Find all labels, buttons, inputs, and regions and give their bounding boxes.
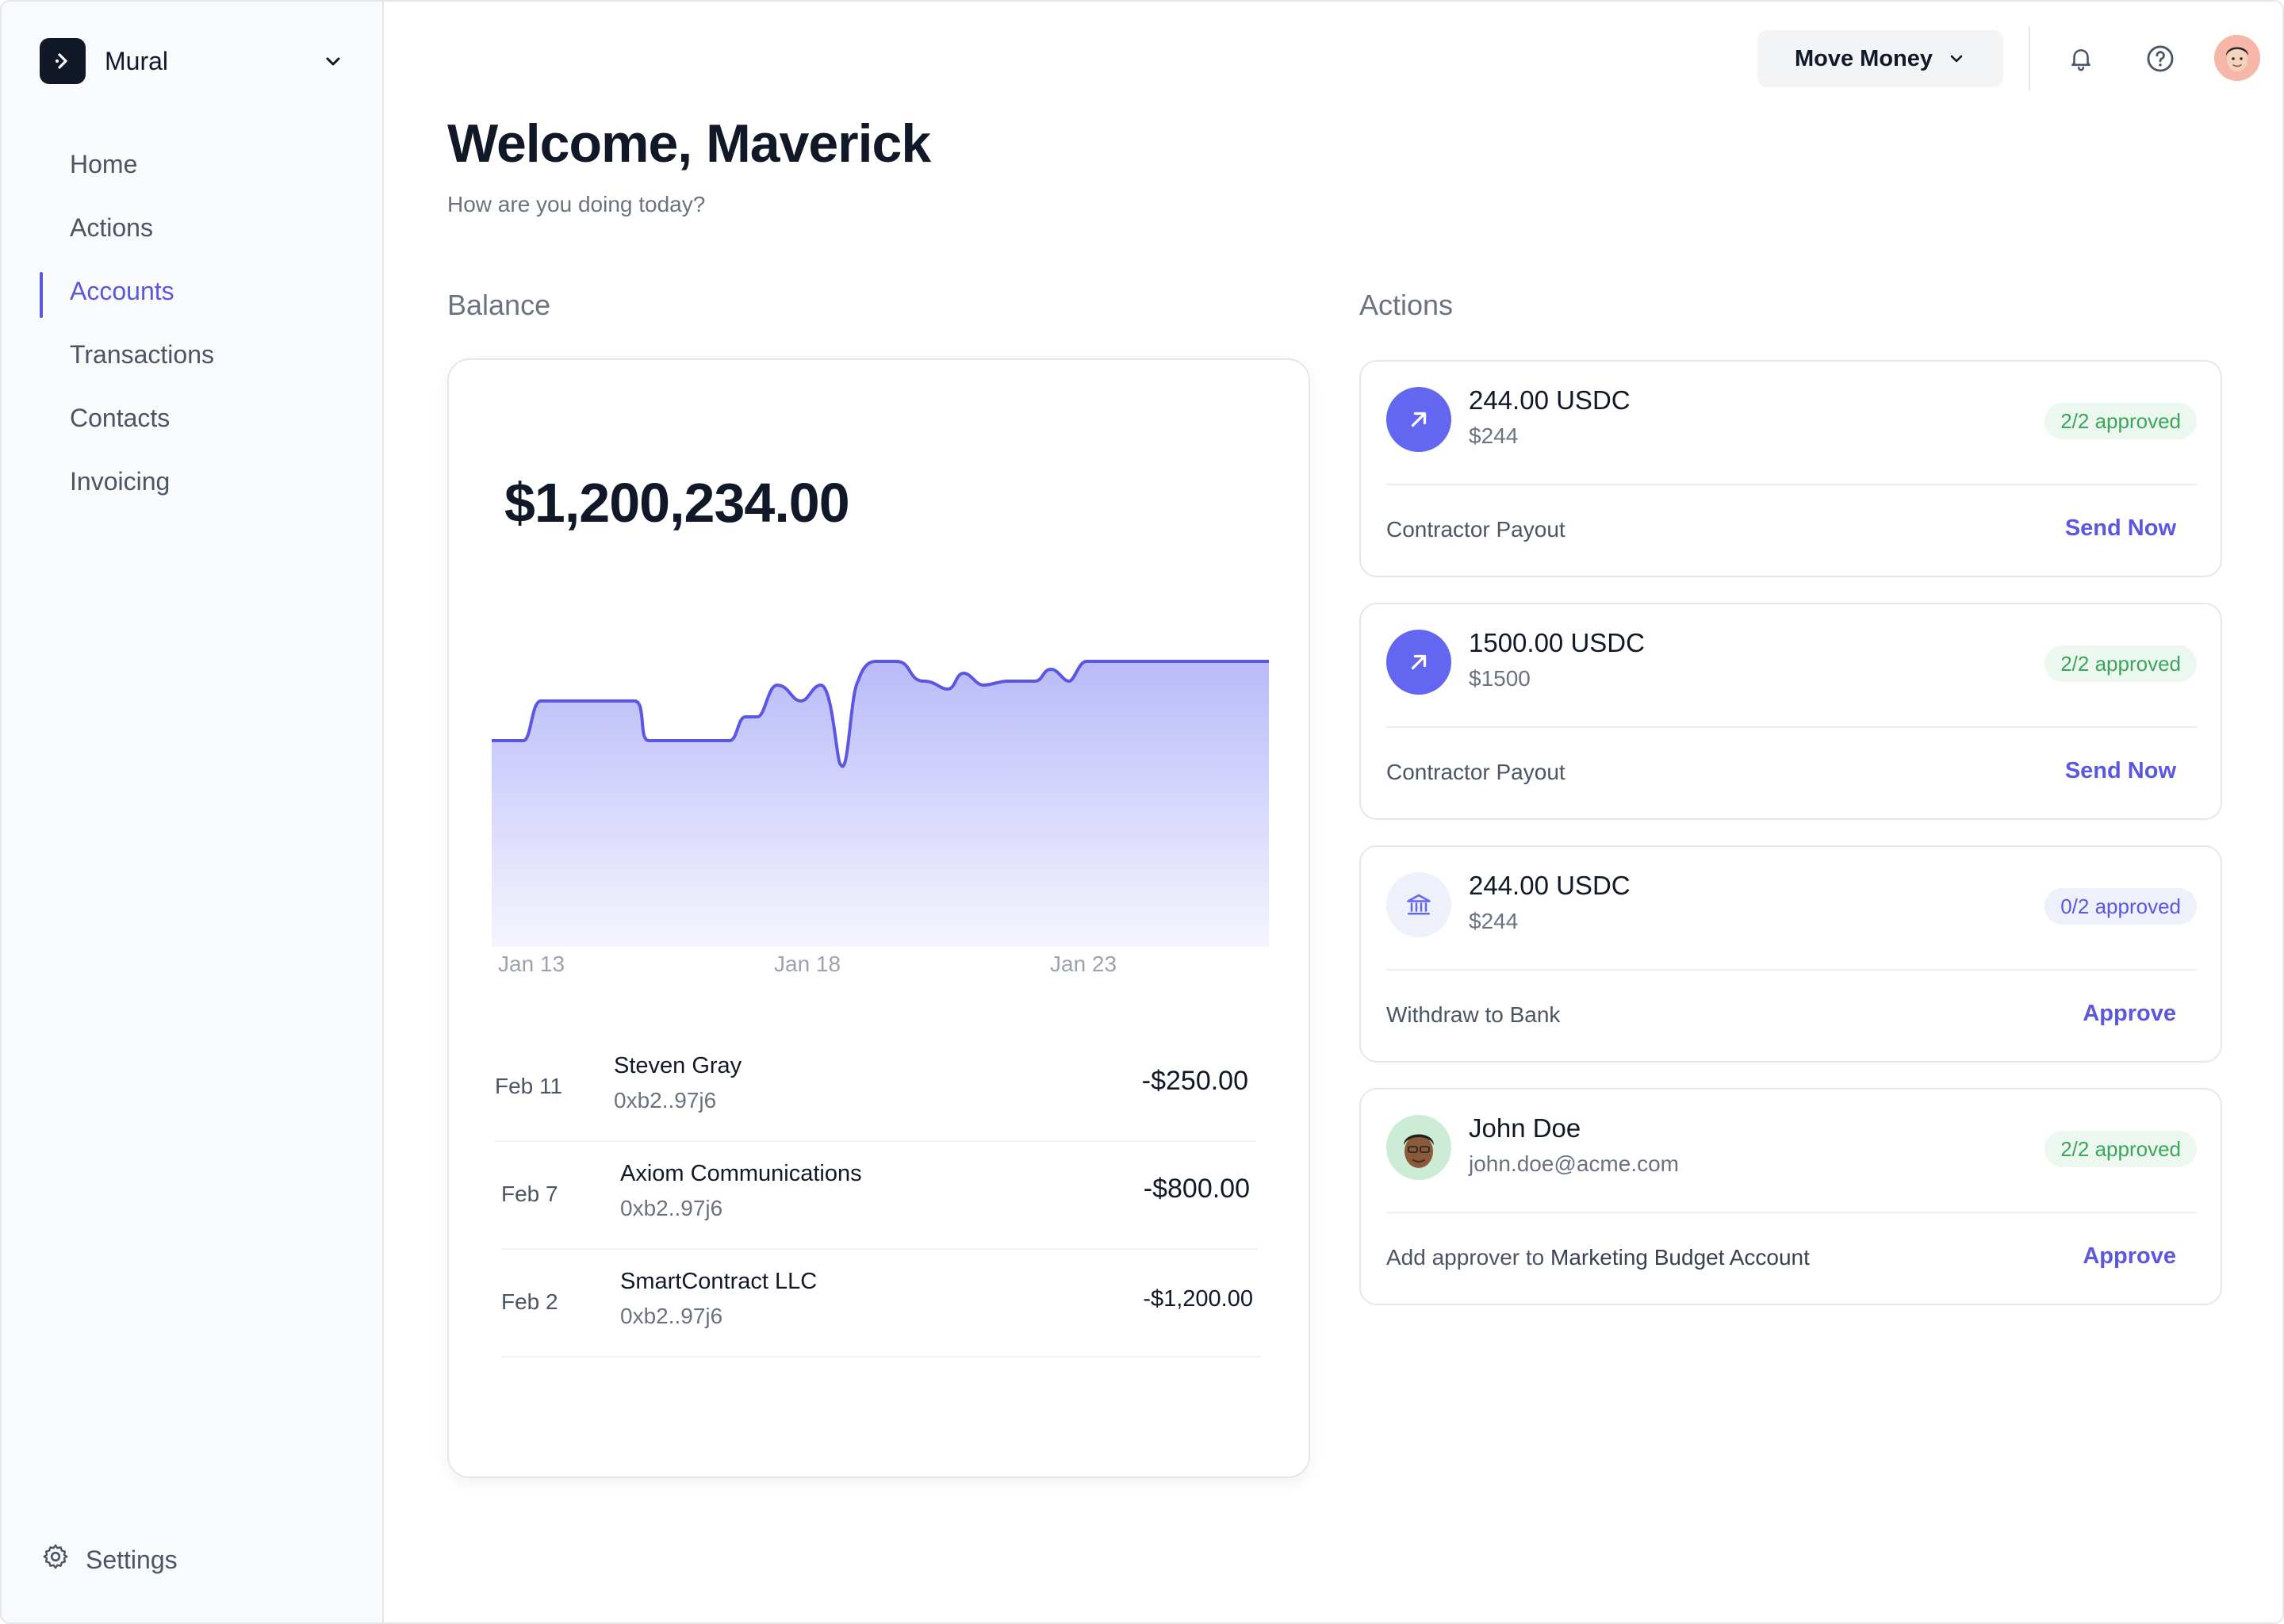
transaction-row[interactable]: Feb 11 Steven Gray 0xb2..97j6 -$250.00	[495, 1034, 1256, 1142]
action-description: Add approver to Marketing Budget Account	[1386, 1245, 1810, 1270]
card-divider	[1386, 484, 2197, 485]
action-description: Contractor Payout	[1386, 760, 1565, 784]
transaction-row[interactable]: Feb 7 Axiom Communications 0xb2..97j6 -$…	[501, 1142, 1258, 1250]
card-divider	[1386, 1212, 2197, 1213]
action-amount: 1500.00 USDC	[1469, 628, 1645, 657]
sidebar-nav: Home Actions Accounts Transactions Conta…	[40, 132, 357, 513]
transaction-address: 0xb2..97j6	[620, 1196, 723, 1220]
contact-name: John Doe	[1469, 1113, 1581, 1143]
transaction-amount: -$1,200.00	[1143, 1286, 1253, 1312]
brand-logo-icon	[40, 38, 86, 84]
card-divider	[1386, 969, 2197, 971]
sidebar-item-transactions[interactable]: Transactions	[40, 323, 357, 386]
sidebar-item-invoicing[interactable]: Invoicing	[40, 450, 357, 513]
transaction-date: Feb 7	[501, 1182, 558, 1206]
balance-amount: $1,200,234.00	[504, 472, 850, 534]
contact-email: john.doe@acme.com	[1469, 1151, 1680, 1176]
approve-button[interactable]: Approve	[2083, 1001, 2176, 1027]
approval-badge: 2/2 approved	[2044, 1131, 2197, 1167]
send-now-button[interactable]: Send Now	[2065, 758, 2176, 784]
help-icon[interactable]	[2138, 36, 2182, 81]
transaction-address: 0xb2..97j6	[614, 1088, 717, 1113]
action-description-text: Add approver to	[1386, 1245, 1551, 1270]
move-money-label: Move Money	[1794, 45, 1933, 71]
settings-label: Settings	[86, 1545, 178, 1574]
sidebar-item-accounts[interactable]: Accounts	[40, 259, 357, 323]
transaction-date: Feb 11	[495, 1074, 563, 1098]
action-amount: 244.00 USDC	[1469, 385, 1631, 415]
sidebar-item-home[interactable]: Home	[40, 132, 357, 196]
transaction-amount: -$250.00	[1141, 1066, 1248, 1096]
action-card: 244.00 USDC $244 0/2 approved Withdraw t…	[1359, 845, 2222, 1063]
approval-badge: 0/2 approved	[2044, 888, 2197, 925]
arrow-up-right-icon	[1386, 630, 1451, 695]
x-tick-label: Jan 23	[1050, 952, 1117, 976]
page-title: Welcome, Maverick	[447, 113, 931, 174]
action-card: 244.00 USDC $244 2/2 approved Contractor…	[1359, 360, 2222, 577]
transaction-name: SmartContract LLC	[620, 1269, 818, 1294]
chevron-down-icon	[1950, 55, 1963, 63]
transaction-date: Feb 2	[501, 1289, 558, 1314]
sidebar-item-contacts[interactable]: Contacts	[40, 386, 357, 450]
action-fiat-amount: $1500	[1469, 666, 1531, 691]
approval-badge: 2/2 approved	[2044, 403, 2197, 439]
page-subtitle: How are you doing today?	[447, 192, 706, 216]
gear-icon	[41, 1542, 70, 1577]
actions-section-title: Actions	[1359, 289, 1454, 321]
contact-avatar	[1386, 1115, 1451, 1180]
chevron-down-icon[interactable]	[317, 45, 349, 77]
action-description: Contractor Payout	[1386, 517, 1565, 542]
chart-area	[492, 661, 1269, 947]
action-description: Withdraw to Bank	[1386, 1002, 1561, 1027]
card-divider	[1386, 726, 2197, 728]
sidebar-item-actions[interactable]: Actions	[40, 196, 357, 259]
x-tick-label: Jan 13	[498, 952, 565, 976]
action-amount: 244.00 USDC	[1469, 871, 1631, 900]
move-money-button[interactable]: Move Money	[1757, 30, 2003, 87]
topbar-divider	[2029, 27, 2030, 90]
balance-chart	[492, 660, 1269, 947]
transaction-amount: -$800.00	[1143, 1174, 1250, 1204]
bell-icon[interactable]	[2059, 36, 2103, 81]
balance-section-title: Balance	[447, 289, 551, 321]
x-tick-label: Jan 18	[774, 952, 841, 976]
action-card: John Doe john.doe@acme.com 2/2 approved …	[1359, 1088, 2222, 1305]
transaction-address: 0xb2..97j6	[620, 1304, 723, 1328]
transaction-name: Axiom Communications	[620, 1161, 862, 1186]
arrow-up-right-icon	[1386, 387, 1451, 452]
bank-icon	[1386, 872, 1451, 937]
approve-button[interactable]: Approve	[2083, 1243, 2176, 1270]
app-window: Mural Home Actions Accounts Transactions…	[0, 0, 2284, 1624]
action-fiat-amount: $244	[1469, 423, 1519, 448]
user-avatar[interactable]	[2214, 35, 2260, 81]
account-name: Marketing Budget Account	[1550, 1245, 1810, 1270]
action-card: 1500.00 USDC $1500 2/2 approved Contract…	[1359, 603, 2222, 820]
approval-badge: 2/2 approved	[2044, 645, 2197, 682]
transaction-row[interactable]: Feb 2 SmartContract LLC 0xb2..97j6 -$1,2…	[501, 1250, 1261, 1358]
brand-name: Mural	[105, 46, 169, 75]
action-fiat-amount: $244	[1469, 909, 1519, 933]
transaction-name: Steven Gray	[614, 1053, 742, 1078]
sidebar: Mural Home Actions Accounts Transactions…	[2, 2, 384, 1622]
workspace-switcher[interactable]: Mural	[40, 38, 349, 84]
sidebar-item-settings[interactable]: Settings	[41, 1540, 178, 1580]
balance-card: $1,200,234.00 Jan 13 Jan 18 Jan 23 Feb 1…	[447, 358, 1310, 1478]
send-now-button[interactable]: Send Now	[2065, 515, 2176, 542]
